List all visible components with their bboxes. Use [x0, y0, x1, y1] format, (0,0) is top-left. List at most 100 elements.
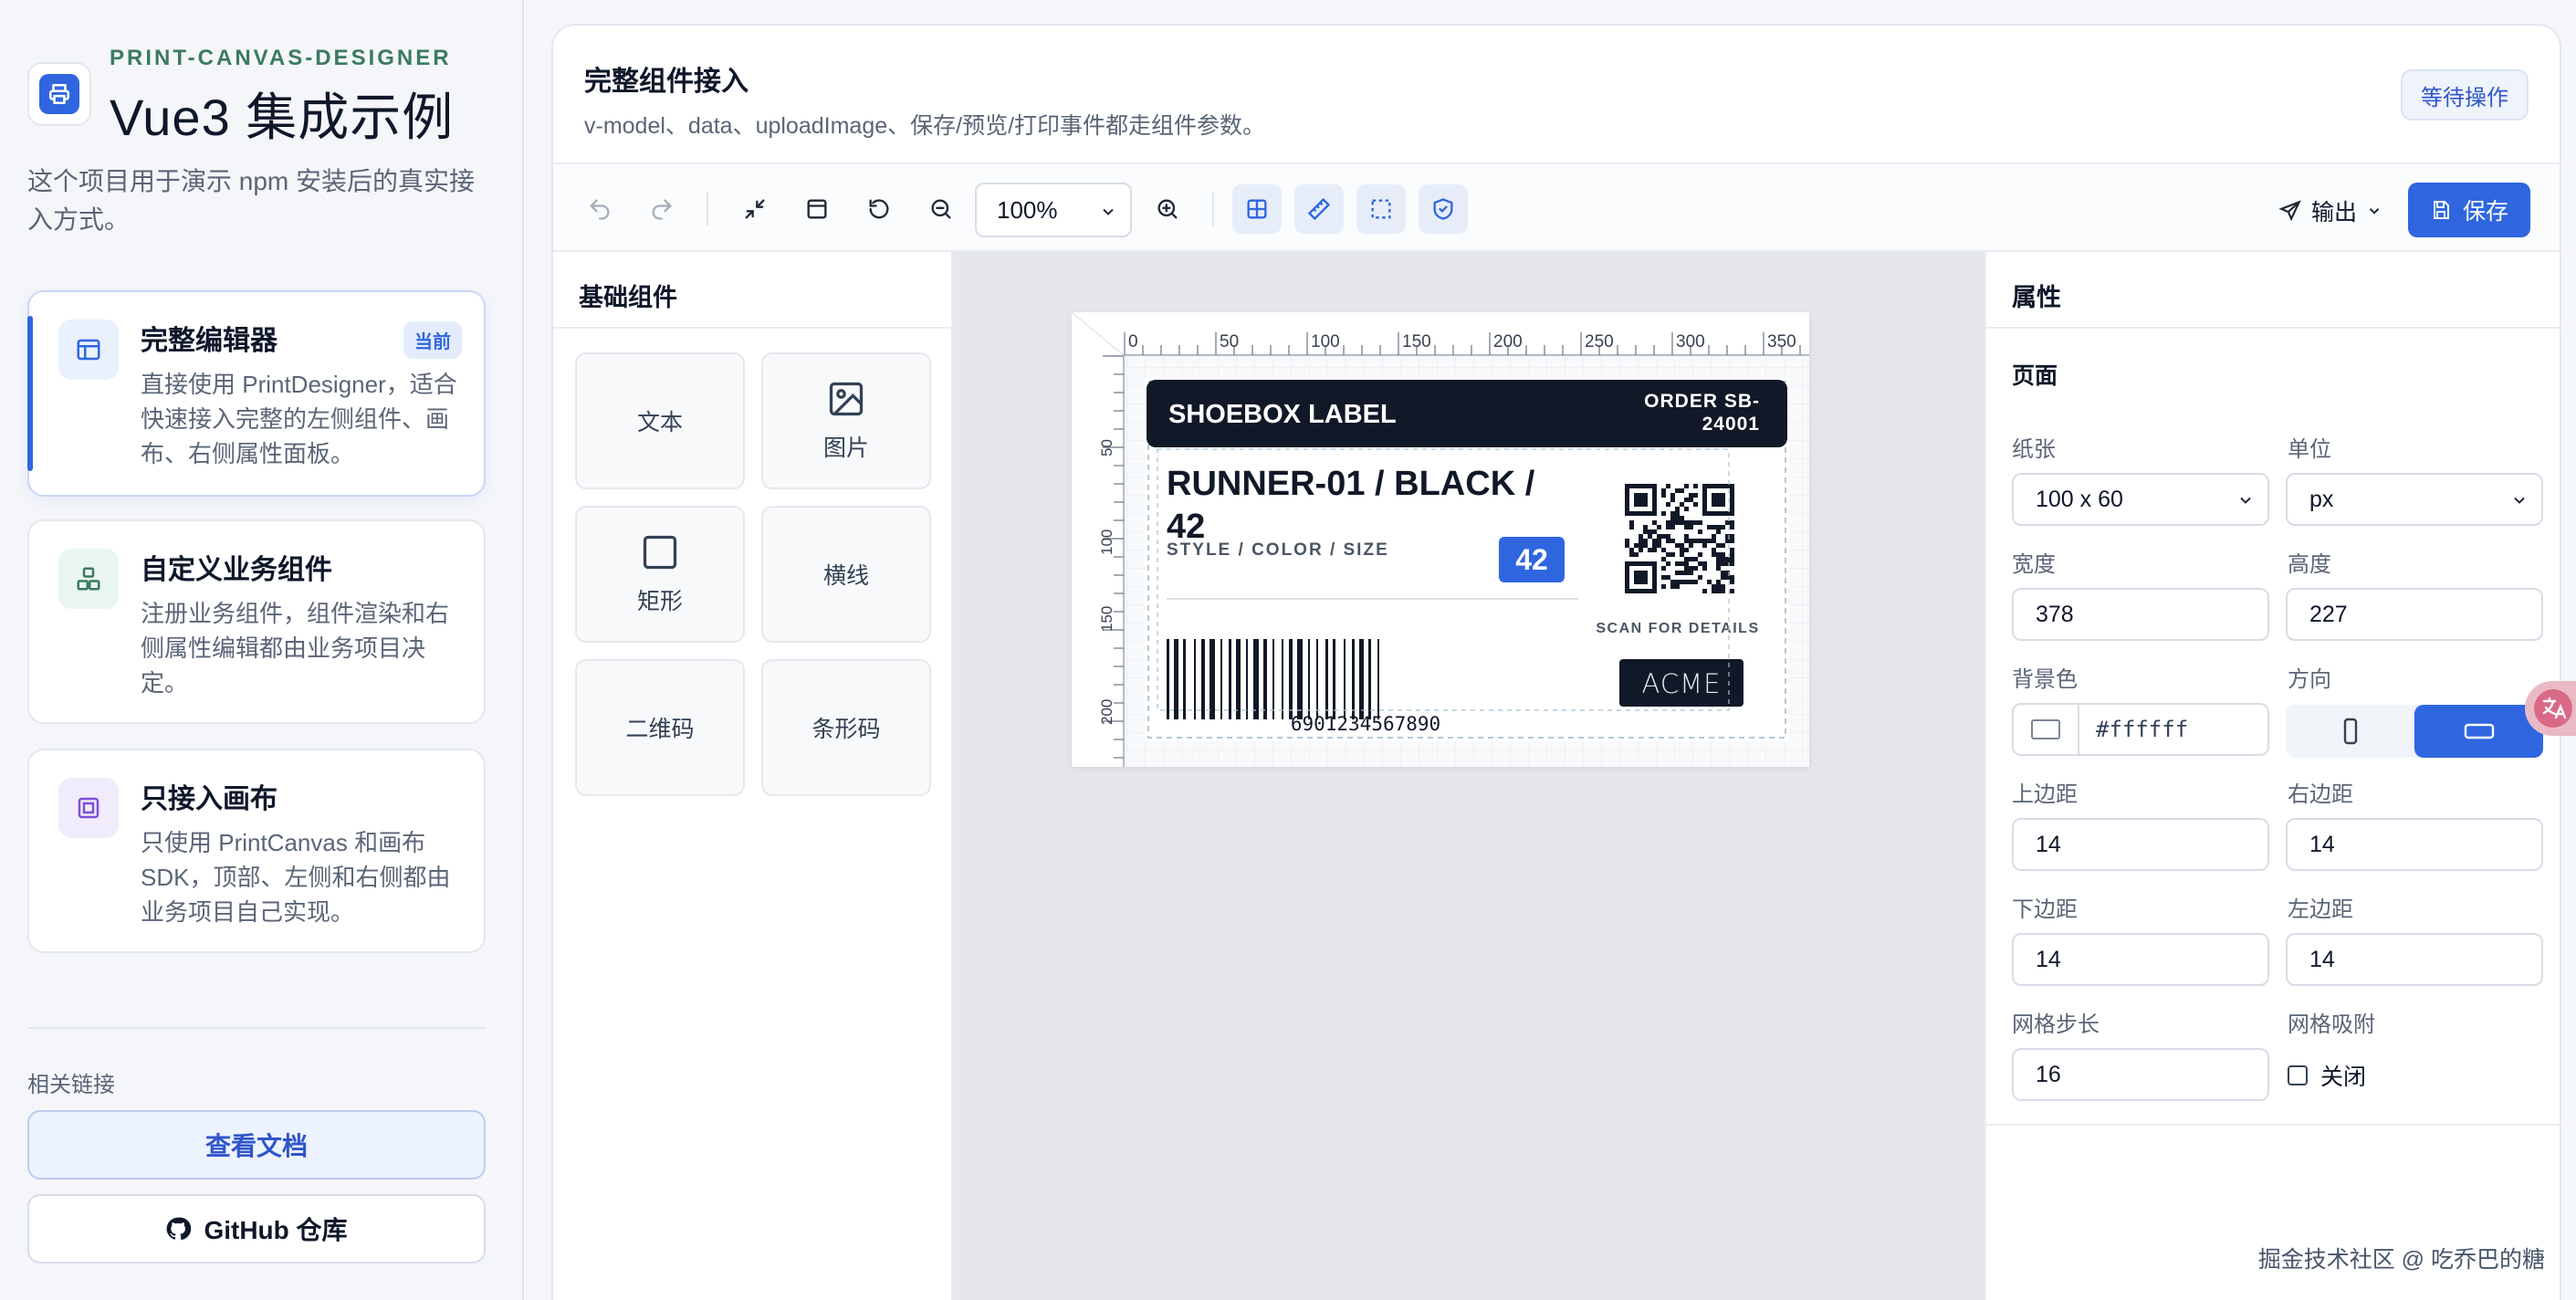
label-barcode-number: 6901234567890 — [1291, 713, 1440, 735]
ruler-top-label: 0 — [1128, 332, 1138, 351]
paper-value: 100 x 60 — [2036, 486, 2123, 512]
ruler-toggle-icon[interactable] — [1294, 184, 1344, 234]
editor-subtitle: v-model、data、uploadImage、保存/预览/打印事件都走组件参… — [584, 113, 1266, 139]
components-grid: 文本 图片 矩形 横线 二维码 条形码 — [575, 352, 935, 796]
grid-snap-label: 网格吸附 — [2288, 1012, 2375, 1037]
component-label: 条形码 — [812, 717, 881, 742]
chevron-down-icon — [2369, 208, 2380, 215]
margin-right-label: 右边距 — [2288, 782, 2353, 807]
save-label: 保存 — [2462, 199, 2508, 225]
nav-card-title: 自定义业务组件 — [141, 555, 332, 585]
ruler-left-label: 50 — [1098, 439, 1115, 456]
ruler-top-label: 50 — [1220, 332, 1239, 351]
width-input[interactable]: 378 — [2012, 588, 2269, 641]
portrait-option[interactable] — [2286, 705, 2414, 758]
ruler-top-label: 150 — [1402, 332, 1431, 351]
paper-label: 纸张 — [2012, 437, 2056, 462]
color-swatch[interactable] — [2014, 705, 2079, 754]
grid-snap-value: 关闭 — [2320, 1064, 2367, 1090]
label-scan-text: SCAN FOR DETAILS — [1596, 621, 1759, 636]
component-line[interactable]: 横线 — [761, 506, 931, 643]
docs-link-button[interactable]: 查看文档 — [27, 1110, 486, 1179]
current-badge: 当前 — [403, 321, 462, 359]
divider — [27, 1027, 486, 1029]
export-label: 输出 — [2311, 200, 2358, 225]
reset-icon[interactable] — [854, 184, 904, 234]
nav-card-full-editor[interactable]: 完整编辑器 当前 直接使用 PrintDesigner，适合快速接入完整的左侧组… — [27, 290, 486, 497]
editor-title: 完整组件接入 — [584, 67, 749, 97]
canvas-area: 0 50 100 150 200 250 300 350 50 100 150 … — [953, 252, 1984, 1300]
brand-description: 这个项目用于演示 npm 安装后的真实接入方式。 — [27, 167, 476, 234]
status-button[interactable]: 等待操作 — [2401, 69, 2529, 121]
editor-header: 完整组件接入 v-model、data、uploadImage、保存/预览/打印… — [553, 26, 2560, 164]
fit-shrink-icon[interactable] — [730, 184, 780, 234]
size-badge-text: 42 — [1515, 543, 1548, 576]
chevron-down-icon — [2240, 497, 2251, 504]
grid-snap-checkbox[interactable]: 关闭 — [2288, 1059, 2366, 1092]
undo-icon[interactable] — [575, 184, 624, 234]
nav-card-desc: 只使用 PrintCanvas 和画布 SDK，顶部、左侧和右侧都由业务项目自己… — [141, 829, 451, 926]
save-button[interactable]: 保存 — [2407, 183, 2530, 237]
nav-card-custom-components[interactable]: 自定义业务组件 注册业务组件，组件渲染和右侧属性编辑都由业务项目决定。 — [27, 519, 486, 724]
component-qrcode[interactable]: 二维码 — [575, 659, 745, 796]
github-link-button[interactable]: GitHub 仓库 — [27, 1194, 486, 1263]
page-layout-icon[interactable] — [792, 184, 842, 234]
margin-bottom-input[interactable]: 14 — [2012, 933, 2269, 986]
direction-toggle — [2286, 705, 2543, 758]
safe-area-icon[interactable] — [1419, 184, 1468, 234]
save-icon — [2433, 201, 2449, 219]
margin-top-input[interactable]: 14 — [2012, 818, 2269, 871]
grid-step-label: 网格步长 — [2012, 1012, 2100, 1037]
component-barcode[interactable]: 条形码 — [761, 659, 931, 796]
component-rect[interactable]: 矩形 — [575, 506, 745, 643]
margin-left-label: 左边距 — [2288, 897, 2353, 922]
github-icon — [167, 1217, 192, 1241]
print-canvas[interactable]: 0 50 100 150 200 250 300 350 50 100 150 … — [1071, 311, 1809, 767]
landscape-option[interactable] — [2414, 705, 2543, 758]
translate-floating-button[interactable] — [2525, 681, 2576, 736]
export-dropdown[interactable]: 输出 — [2278, 188, 2392, 234]
grid-toggle-icon[interactable] — [1232, 184, 1282, 234]
bg-color-field[interactable]: #ffffff — [2012, 703, 2269, 756]
margin-top-label: 上边距 — [2012, 782, 2078, 807]
paper-select[interactable]: 100 x 60 — [2012, 473, 2269, 526]
nav-card-canvas-only[interactable]: 只接入画布 只使用 PrintCanvas 和画布 SDK，顶部、左侧和右侧都由… — [27, 749, 486, 953]
chevron-down-icon — [2514, 497, 2525, 504]
unit-label: 单位 — [2288, 437, 2331, 462]
nav-card-desc: 直接使用 PrintDesigner，适合快速接入完整的左侧组件、画布、右侧属性… — [141, 371, 457, 467]
margin-left-input[interactable]: 14 — [2286, 933, 2543, 986]
zoom-out-icon[interactable] — [916, 184, 966, 234]
zoom-in-icon[interactable] — [1143, 184, 1192, 234]
ruler-top-label: 300 — [1676, 332, 1705, 351]
label-order-line2: 24001 — [1702, 414, 1760, 435]
components-panel: 基础组件 文本 图片 矩形 横线 二维码 条形码 — [553, 252, 953, 1300]
label-order-line1: ORDER SB- — [1644, 391, 1760, 412]
links-label: 相关链接 — [27, 1073, 115, 1097]
unit-value: px — [2309, 486, 2334, 512]
selection-box-icon[interactable] — [1356, 184, 1406, 234]
label-brand: ACME — [1642, 668, 1722, 699]
redo-icon[interactable] — [637, 184, 686, 234]
unit-select[interactable]: px — [2286, 473, 2543, 526]
component-text[interactable]: 文本 — [575, 352, 745, 489]
page-title: Vue3 集成示例 — [110, 89, 455, 146]
translate-icon — [2534, 689, 2572, 728]
checkbox-icon — [2288, 1065, 2308, 1085]
components-icon — [58, 549, 119, 609]
component-image[interactable]: 图片 — [761, 352, 931, 489]
page-section-title: 页面 — [2012, 363, 2058, 389]
properties-panel: 属性 页面 纸张 100 x 60 单位 px 宽度 378 高度 227 背景… — [1984, 252, 2560, 1300]
ruler-top-label: 250 — [1585, 332, 1614, 351]
printer-logo-icon — [27, 62, 91, 126]
height-input[interactable]: 227 — [2286, 588, 2543, 641]
grid-step-input[interactable]: 16 — [2012, 1048, 2269, 1101]
watermark: 掘金技术社区 @ 吃乔巴的糖 — [2257, 1247, 2545, 1273]
nav-card-title: 完整编辑器 — [141, 326, 277, 356]
component-label: 横线 — [822, 563, 869, 589]
margin-right-input[interactable]: 14 — [2286, 818, 2543, 871]
label-product-line1: RUNNER-01 / BLACK / — [1167, 465, 1535, 503]
zoom-select[interactable]: 100% — [975, 183, 1132, 237]
properties-title: 属性 — [1986, 252, 2560, 329]
ruler-top-label: 350 — [1767, 332, 1796, 351]
ruler-left-label: 150 — [1098, 606, 1115, 632]
